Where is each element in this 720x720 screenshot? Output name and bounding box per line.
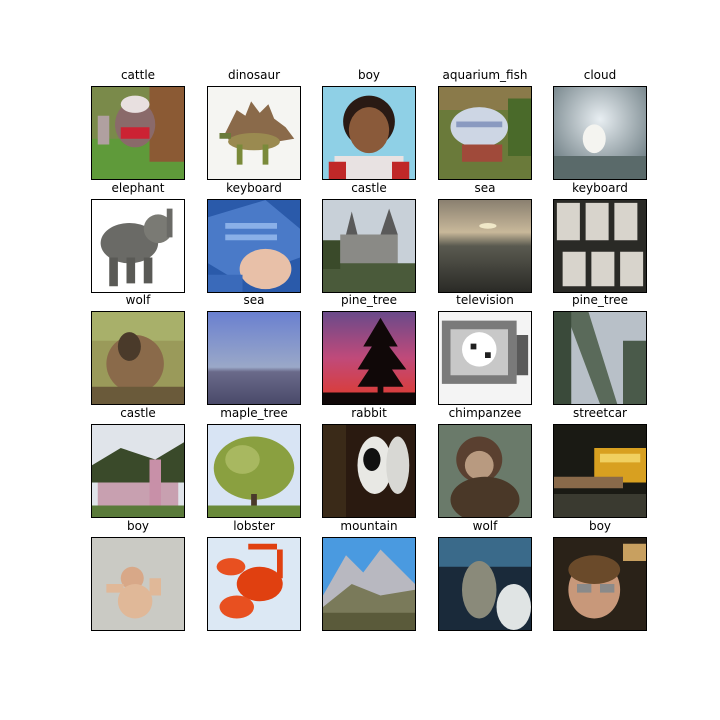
image-label: chimpanzee bbox=[448, 406, 522, 420]
image-label: boy bbox=[357, 68, 381, 82]
television-photo bbox=[438, 311, 532, 405]
image-label: elephant bbox=[111, 181, 165, 195]
rabbit-photo bbox=[322, 424, 416, 518]
image-label: castle bbox=[351, 181, 387, 195]
image-label: aquarium_fish bbox=[442, 68, 528, 82]
image-label: cloud bbox=[583, 68, 617, 82]
chimpanzee-photo bbox=[438, 424, 532, 518]
image-label: lobster bbox=[233, 519, 275, 533]
sea-photo bbox=[438, 199, 532, 293]
image-label: mountain bbox=[340, 519, 398, 533]
dinosaur-photo bbox=[207, 86, 301, 180]
lobster-photo bbox=[207, 537, 301, 631]
image-label: wolf bbox=[125, 293, 151, 307]
image-label: boy bbox=[126, 519, 150, 533]
boy-photo bbox=[322, 86, 416, 180]
image-label: pine_tree bbox=[571, 293, 629, 307]
wolf-photo bbox=[438, 537, 532, 631]
pine-tree-photo bbox=[322, 311, 416, 405]
image-label: rabbit bbox=[351, 406, 387, 420]
wolf-photo bbox=[91, 311, 185, 405]
boy-photo bbox=[553, 537, 647, 631]
image-label: keyboard bbox=[226, 181, 282, 195]
image-label: television bbox=[456, 293, 514, 307]
image-label: sea bbox=[243, 293, 265, 307]
cattle-photo bbox=[91, 86, 185, 180]
mountain-photo bbox=[322, 537, 416, 631]
image-grid: cattle dinosaur boy aquarium_fish cloud … bbox=[0, 0, 720, 720]
cloud-photo bbox=[553, 86, 647, 180]
castle-photo bbox=[322, 199, 416, 293]
image-label: sea bbox=[474, 181, 496, 195]
keyboard-photo bbox=[207, 199, 301, 293]
image-label: wolf bbox=[472, 519, 498, 533]
keyboard-photo bbox=[553, 199, 647, 293]
image-label: dinosaur bbox=[227, 68, 281, 82]
aquarium-fish-photo bbox=[438, 86, 532, 180]
pine-tree-photo bbox=[553, 311, 647, 405]
sea-photo bbox=[207, 311, 301, 405]
maple-tree-photo bbox=[207, 424, 301, 518]
boy-photo bbox=[91, 537, 185, 631]
image-label: cattle bbox=[120, 68, 156, 82]
image-label: pine_tree bbox=[340, 293, 398, 307]
image-label: streetcar bbox=[573, 406, 627, 420]
castle-photo bbox=[91, 424, 185, 518]
image-label: keyboard bbox=[572, 181, 628, 195]
streetcar-photo bbox=[553, 424, 647, 518]
image-label: boy bbox=[588, 519, 612, 533]
elephant-photo bbox=[91, 199, 185, 293]
image-label: castle bbox=[120, 406, 156, 420]
image-label: maple_tree bbox=[220, 406, 288, 420]
